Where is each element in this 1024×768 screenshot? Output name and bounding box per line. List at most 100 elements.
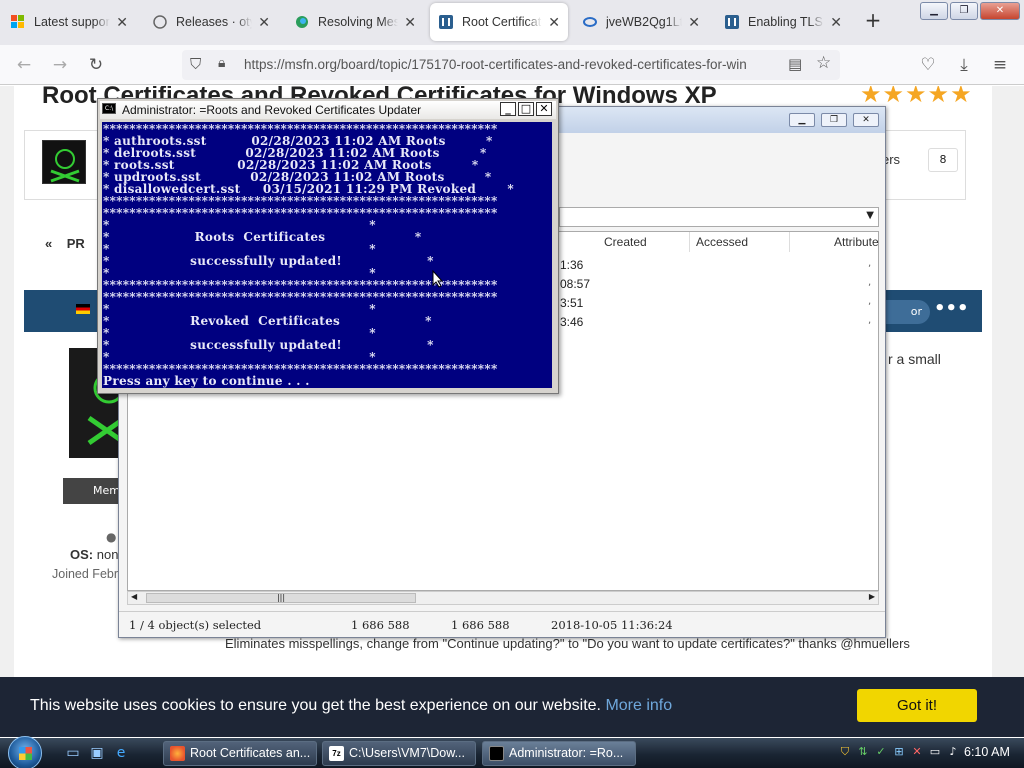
table-row[interactable]: 08:57 (560, 277, 590, 291)
window-controls: ▁ ❐ ✕ (920, 2, 1020, 20)
monitor-icon[interactable]: ▭ (928, 744, 942, 760)
github-icon (152, 14, 168, 30)
start-button[interactable] (8, 736, 42, 768)
minimize-button[interactable]: ▁ (920, 2, 948, 20)
reload-icon[interactable]: ↻ (84, 53, 108, 77)
network-icon[interactable]: ⇅ (856, 744, 870, 760)
scroll-right-icon[interactable]: ▶ (869, 592, 875, 601)
ie-icon[interactable]: e (112, 745, 130, 761)
new-tab-button[interactable]: + (862, 10, 884, 32)
horizontal-scrollbar[interactable]: ◀ ||| ▶ (127, 591, 879, 605)
row-marker: , (868, 258, 872, 269)
row-marker: , (868, 315, 872, 326)
post-changelog: Eliminates misspellings, change from "Co… (225, 636, 910, 651)
volume-muted-icon[interactable]: ✕ (910, 744, 924, 760)
column-created[interactable]: Created (598, 232, 690, 252)
page-left-gutter (0, 86, 14, 736)
msfn-icon (438, 14, 454, 30)
browser-tab-bar: Latest supported ✕ Releases · otya1 ✕ Re… (0, 0, 1024, 45)
maximize-button[interactable]: □ (518, 102, 534, 116)
taskbar-item-firefox[interactable]: Root Certificates an... (163, 741, 317, 766)
console-output: ****************************************… (103, 122, 515, 388)
address-bar[interactable]: ⛉ 🔒︎ https://msfn.org/board/topic/175170… (182, 50, 840, 80)
scroll-left-icon[interactable]: ◀ (131, 592, 137, 601)
author-avatar[interactable] (42, 140, 86, 184)
minimize-button[interactable]: _ (500, 102, 516, 116)
clock[interactable]: 6:10 AM (964, 745, 1010, 759)
dropdown-arrow-icon[interactable]: ▼ (866, 210, 874, 221)
tab-close-icon[interactable]: ✕ (548, 14, 560, 31)
url-text[interactable]: https://msfn.org/board/topic/175170-root… (244, 57, 764, 72)
close-button[interactable]: ✕ (536, 102, 552, 116)
tab-close-icon[interactable]: ✕ (830, 14, 842, 31)
taskbar-item-7zip[interactable]: 7z C:\Users\VM7\Dow... (322, 741, 476, 766)
menu-icon[interactable]: ≡ (988, 53, 1012, 77)
tab-root-certificates[interactable]: Root Certificate ✕ (430, 3, 568, 41)
status-selection: 1 / 4 object(s) selected (129, 618, 262, 632)
browser-nav-bar: ← → ↻ ⛉ 🔒︎ https://msfn.org/board/topic/… (0, 45, 1024, 85)
system-tray: ⛉ ⇅ ✓ ⊞ ✕ ▭ ♪ (838, 744, 960, 760)
explorer-icon[interactable]: ▣ (88, 745, 106, 761)
column-accessed[interactable]: Accessed (690, 232, 790, 252)
more-options-icon[interactable]: ••• (934, 298, 969, 319)
forward-icon[interactable]: → (48, 53, 72, 77)
close-button[interactable]: ✕ (853, 113, 879, 127)
more-info-link[interactable]: More info (605, 697, 672, 714)
task-label: C:\Users\VM7\Dow... (349, 746, 465, 760)
show-desktop-icon[interactable]: ▭ (64, 745, 82, 761)
tab-close-icon[interactable]: ✕ (688, 14, 700, 31)
tab-resolving-messages[interactable]: Resolving Messa ✕ (286, 3, 424, 41)
shield-icon[interactable]: ⛉ (190, 55, 201, 73)
table-row[interactable]: 1:36 (560, 258, 583, 272)
close-button[interactable]: ✕ (980, 2, 1020, 20)
tab-latest-supported[interactable]: Latest supported ✕ (2, 3, 136, 41)
tab-title: Enabling TLS 1.1 (748, 15, 824, 29)
msfn-icon (724, 14, 740, 30)
os-label: OS: (70, 547, 94, 562)
security-shield-icon[interactable]: ⛉ (838, 744, 852, 760)
prev-label: PR (66, 236, 85, 251)
lock-icon[interactable]: 🔒︎ (218, 55, 225, 71)
pocket-icon[interactable]: ♡ (916, 53, 940, 77)
task-label: Root Certificates an... (190, 746, 311, 760)
row-marker: , (868, 296, 872, 307)
cookie-text: This website uses cookies to ensure you … (30, 697, 601, 714)
minimize-button[interactable]: ▁ (789, 113, 815, 127)
status-packed-size: 1 686 588 (451, 618, 510, 632)
tab-title: Root Certificate (462, 15, 543, 29)
scrollbar-thumb[interactable]: ||| (146, 593, 416, 603)
cookie-banner: This website uses cookies to ensure you … (0, 677, 1024, 737)
joined-date: Joined Febr (52, 567, 119, 581)
taskbar-item-console[interactable]: Administrator: =Ro... (482, 741, 636, 766)
column-attributes[interactable]: Attribute (828, 232, 880, 252)
back-icon[interactable]: ← (12, 53, 36, 77)
speaker-icon[interactable]: ♪ (946, 744, 960, 760)
tab-releases[interactable]: Releases · otya1 ✕ (144, 3, 278, 41)
prev-page-link[interactable]: « PR (45, 236, 85, 251)
maximize-button[interactable]: ❐ (950, 2, 978, 20)
console-title[interactable]: Administrator: =Roots and Revoked Certif… (100, 101, 556, 119)
status-bar: 1 / 4 object(s) selected 1 686 588 1 686… (119, 611, 885, 637)
tab-title: Releases · otya1 (176, 15, 252, 29)
console-window[interactable]: Administrator: =Roots and Revoked Certif… (97, 98, 559, 394)
page-right-gutter (992, 86, 1024, 736)
tab-close-icon[interactable]: ✕ (258, 14, 270, 31)
path-combo[interactable]: ▼ (559, 207, 879, 227)
tab-enabling-tls[interactable]: Enabling TLS 1.1 ✕ (716, 3, 850, 41)
accept-cookies-button[interactable]: Got it! (857, 689, 977, 722)
tab-close-icon[interactable]: ✕ (404, 14, 416, 31)
table-row[interactable]: 3:51 (560, 296, 583, 310)
status-size: 1 686 588 (351, 618, 410, 632)
tray-app-icon[interactable]: ⊞ (892, 744, 906, 760)
console-screen[interactable]: ****************************************… (102, 122, 552, 388)
reader-view-icon[interactable]: ▤ (788, 55, 802, 73)
rating-stars[interactable]: ★★★★★ (860, 86, 973, 108)
bookmark-star-icon[interactable]: ☆ (816, 53, 831, 73)
tab-link[interactable]: jveWB2Qg1Lt9y ✕ (574, 3, 708, 41)
tray-app-icon[interactable]: ✓ (874, 744, 888, 760)
table-row[interactable]: 3:46 (560, 315, 583, 329)
maximize-button[interactable]: ❐ (821, 113, 847, 127)
tab-close-icon[interactable]: ✕ (116, 14, 128, 31)
cmd-icon[interactable]: C:\ (102, 103, 116, 114)
downloads-icon[interactable]: ⤓ (952, 53, 976, 77)
